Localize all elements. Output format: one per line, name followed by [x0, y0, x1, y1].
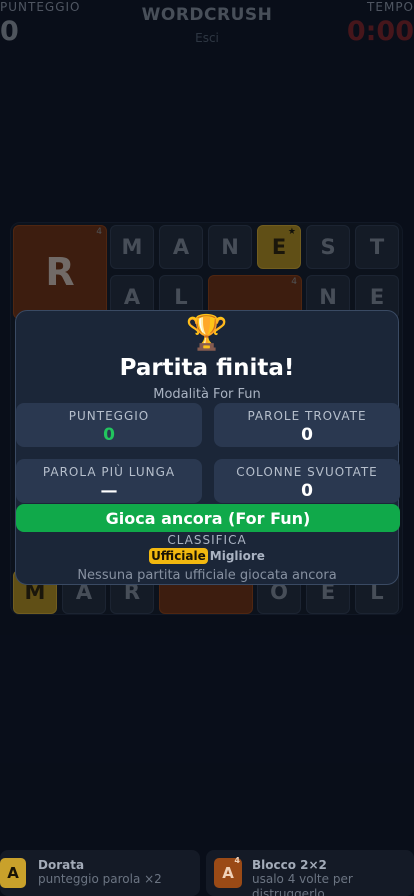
powerup-golden[interactable]: A Dorata punteggio parola ×2: [0, 850, 200, 896]
game-mode: Modalità For Fun: [153, 387, 261, 402]
stat-value: 0: [103, 425, 115, 445]
stat-columns-cleared: COLONNE SVUOTATE 0: [214, 459, 400, 503]
play-again-button[interactable]: Gioca ancora (For Fun): [16, 504, 400, 532]
game-over-modal: 🏆 Partita finita! Modalità For Fun PUNTE…: [15, 310, 400, 585]
powerup-count: 4: [234, 856, 240, 865]
stat-label: PUNTEGGIO: [68, 409, 150, 423]
powerup-name: Blocco 2×2: [252, 858, 327, 872]
tab-best[interactable]: Migliore: [210, 548, 265, 564]
stat-label: PAROLA PIÙ LUNGA: [42, 465, 176, 479]
block-tile-icon: A 4: [214, 856, 242, 888]
powerup-letter: A: [7, 864, 19, 882]
trophy-icon: 🏆: [185, 313, 229, 353]
powerup-letter: A: [222, 864, 234, 882]
ranking-label: CLASSIFICA: [167, 533, 247, 547]
modal-title: Partita finita!: [119, 355, 295, 381]
stat-score: PUNTEGGIO 0: [16, 403, 202, 447]
tab-official[interactable]: Ufficiale: [149, 548, 208, 564]
powerup-desc: punteggio parola ×2: [38, 872, 162, 886]
stat-longest-word: PAROLA PIÙ LUNGA —: [16, 459, 202, 503]
ranking-tabs: Ufficiale Migliore: [16, 548, 398, 564]
stat-value: 0: [301, 425, 313, 445]
stat-label: COLONNE SVUOTATE: [236, 465, 378, 479]
stat-label: PAROLE TROVATE: [247, 409, 367, 423]
stat-words-found: PAROLE TROVATE 0: [214, 403, 400, 447]
powerup-desc: usalo 4 volte per distruggerlo: [252, 872, 353, 896]
powerup-info: Blocco 2×2 usalo 4 volte per distruggerl…: [252, 858, 372, 896]
stat-value: 0: [301, 481, 313, 501]
powerup-block[interactable]: A 4 Blocco 2×2 usalo 4 volte per distrug…: [206, 850, 414, 896]
ranking-empty-message: Nessuna partita ufficiale giocata ancora: [77, 568, 337, 583]
golden-tile-icon: A: [0, 858, 26, 888]
stat-value: —: [100, 481, 118, 501]
powerup-name: Dorata: [38, 858, 85, 872]
powerup-info: Dorata punteggio parola ×2: [38, 858, 162, 887]
